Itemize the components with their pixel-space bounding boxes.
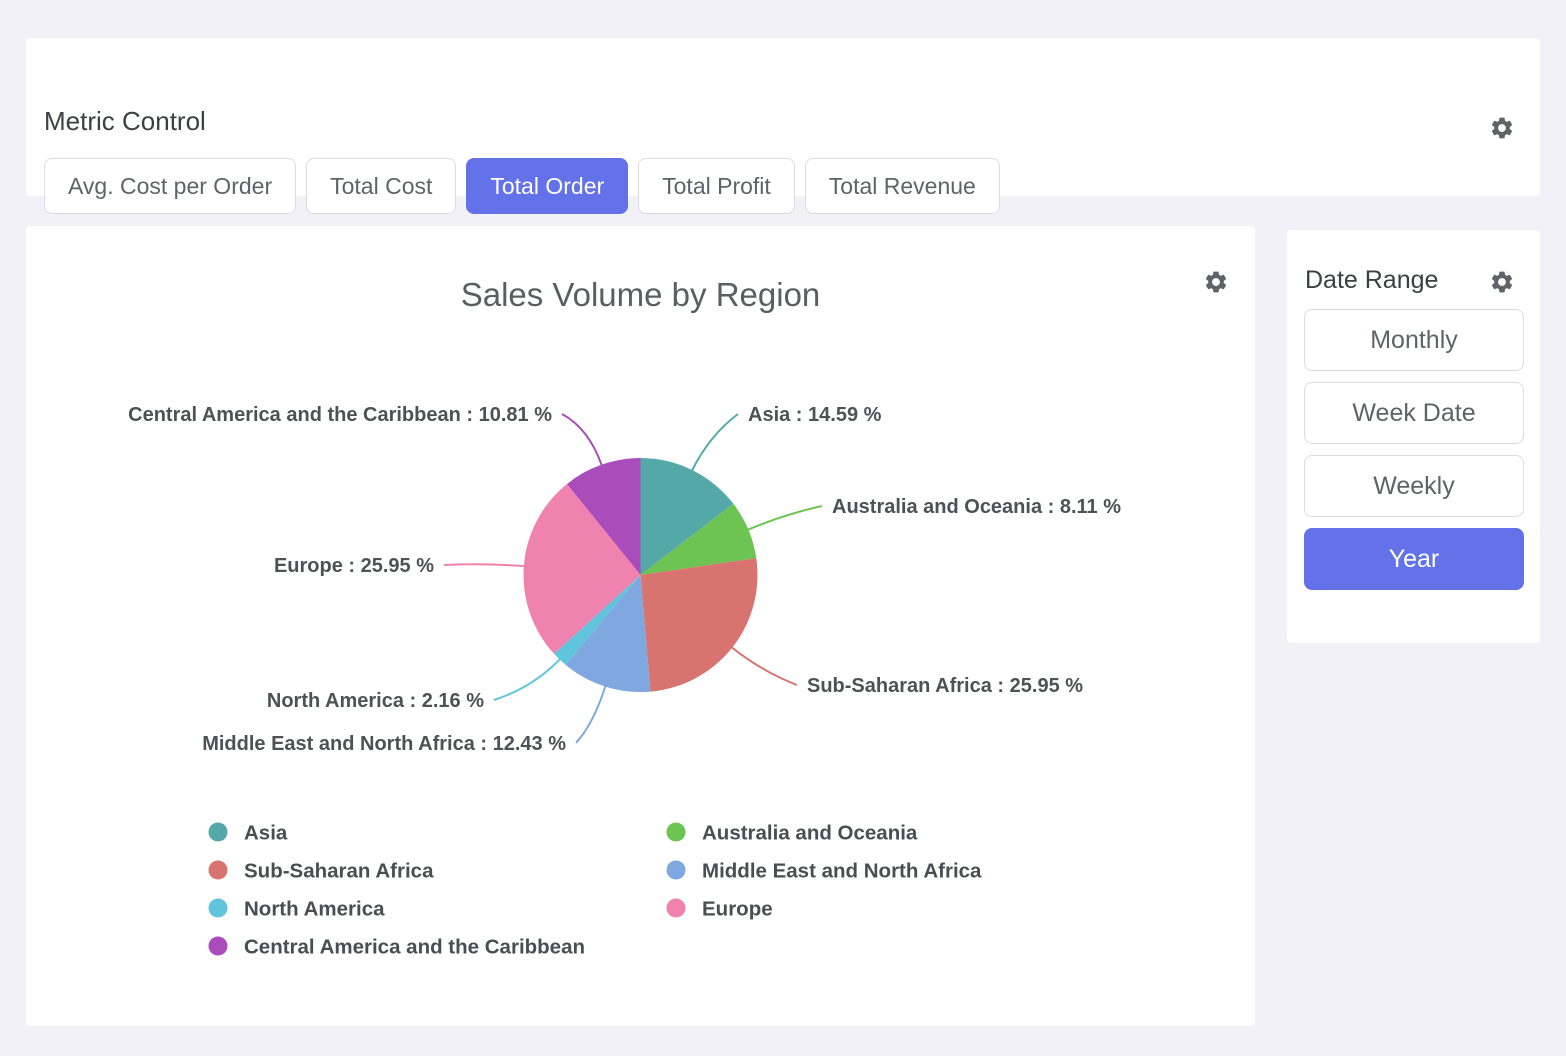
date-range-button-week-date[interactable]: Week Date (1304, 382, 1524, 444)
metric-button-avg-cost-per-order[interactable]: Avg. Cost per Order (44, 158, 296, 214)
pie-leader-line (562, 414, 602, 466)
pie-slice-label: Europe : 25.95 % (274, 555, 434, 577)
legend-label: Australia and Oceania (702, 822, 918, 845)
date-range-button-year[interactable]: Year (1304, 528, 1524, 590)
legend-item-asia[interactable]: Asia (209, 822, 288, 845)
metric-control-title: Metric Control (44, 106, 206, 137)
legend-label: Europe (702, 898, 773, 921)
legend-item-sub-saharan-africa[interactable]: Sub-Saharan Africa (209, 860, 435, 883)
legend-label: Central America and the Caribbean (244, 936, 585, 959)
pie-chart: Asia : 14.59 % Australia and Oceania : 8.… (26, 226, 1255, 1026)
legend-item-central-america-and-the-caribbean[interactable]: Central America and the Caribbean (209, 936, 586, 959)
metric-button-total-order[interactable]: Total Order (466, 158, 628, 214)
pie-leader-line (444, 564, 525, 566)
metric-button-total-revenue[interactable]: Total Revenue (805, 158, 1000, 214)
pie-leader-line (576, 686, 606, 743)
legend-dot (209, 861, 228, 880)
metric-control-card: Metric Control Avg. Cost per OrderTotal … (26, 38, 1540, 196)
pie-leader-line (692, 414, 738, 471)
legend-label: Sub-Saharan Africa (244, 860, 434, 883)
metric-button-total-cost[interactable]: Total Cost (306, 158, 456, 214)
legend-label: North America (244, 898, 385, 921)
legend-item-middle-east-and-north-africa[interactable]: Middle East and North Africa (667, 860, 983, 883)
date-range-button-monthly[interactable]: Monthly (1304, 309, 1524, 371)
pie-slice-label: North America : 2.16 % (267, 690, 484, 712)
date-range-title: Date Range (1305, 266, 1438, 295)
pie-slice-label: Asia : 14.59 % (748, 404, 882, 426)
gear-icon[interactable] (1489, 269, 1515, 295)
pie-slice-label: Australia and Oceania : 8.11 % (832, 496, 1121, 518)
date-range-button-weekly[interactable]: Weekly (1304, 455, 1524, 517)
pie-leader-line (747, 506, 822, 530)
pie-slice-label: Central America and the Caribbean : 10.8… (128, 404, 552, 426)
date-range-panel: Date Range Monthly Week Date Weekly Year (1287, 230, 1540, 643)
legend-dot (667, 823, 686, 842)
legend-dot (209, 937, 228, 956)
metric-button-total-profit[interactable]: Total Profit (638, 158, 795, 214)
legend-dot (667, 899, 686, 918)
metric-buttons: Avg. Cost per OrderTotal CostTotal Order… (44, 158, 1000, 214)
legend-dot (667, 861, 686, 880)
legend-label: Asia (244, 822, 288, 845)
pie-slice-label: Middle East and North Africa : 12.43 % (202, 733, 566, 755)
legend-dot (209, 823, 228, 842)
legend-label: Middle East and North Africa (702, 860, 982, 883)
pie-slice-sub-saharan-africa[interactable] (641, 558, 758, 691)
legend-item-europe[interactable]: Europe (667, 898, 773, 921)
legend-item-north-america[interactable]: North America (209, 898, 386, 921)
date-range-buttons: Monthly Week Date Weekly Year (1304, 309, 1524, 601)
pie-leader-line (731, 647, 797, 685)
legend-dot (209, 899, 228, 918)
pie-leader-line (494, 659, 560, 700)
legend-item-australia-and-oceania[interactable]: Australia and Oceania (667, 822, 918, 845)
sales-volume-card: Sales Volume by Region Asia : 14.59 %Aus… (26, 226, 1255, 1026)
gear-icon[interactable] (1489, 115, 1515, 141)
pie-slice-label: Sub-Saharan Africa : 25.95 % (807, 675, 1083, 697)
